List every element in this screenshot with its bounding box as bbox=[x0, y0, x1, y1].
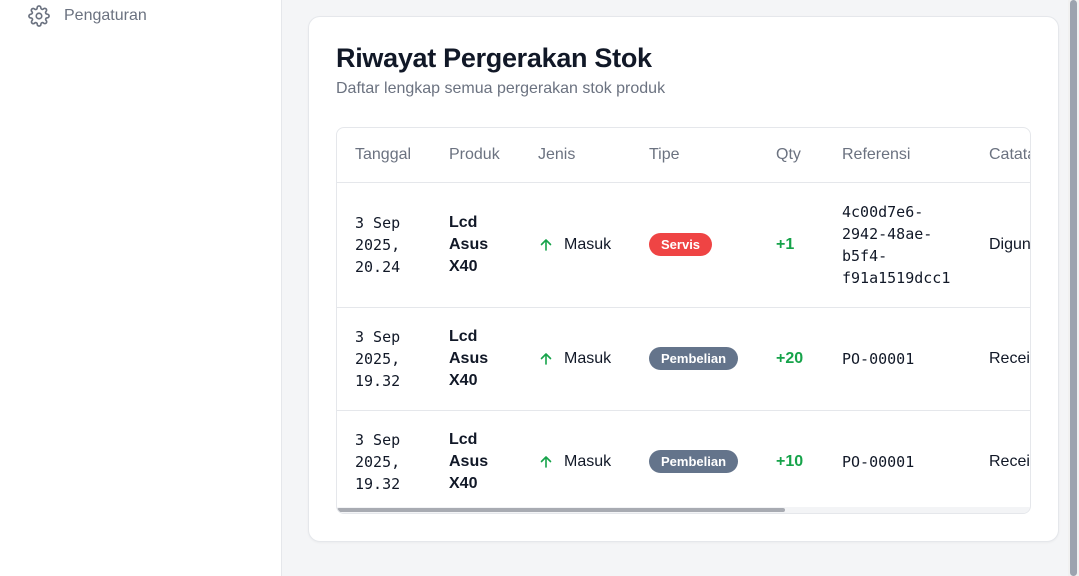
date-line: 2025, bbox=[355, 235, 401, 254]
cell-catatan: Digunakan bbox=[989, 182, 1030, 308]
reference-line: 2942-48ae- bbox=[842, 224, 933, 243]
stock-movement-table-container[interactable]: Tanggal Produk Jenis Tipe Qty Referensi … bbox=[336, 127, 1031, 514]
time-line: 19.32 bbox=[355, 371, 401, 390]
page-subtitle: Daftar lengkap semua pergerakan stok pro… bbox=[336, 80, 666, 97]
product-line: Lcd bbox=[449, 327, 478, 345]
jenis-label: Masuk bbox=[564, 349, 612, 367]
cell-product: Lcd Asus X40 bbox=[449, 307, 538, 411]
date-line: 2025, bbox=[355, 349, 401, 368]
cell-tipe: Servis bbox=[649, 182, 776, 308]
product-line: Asus bbox=[449, 235, 489, 253]
jenis-label: Masuk bbox=[564, 452, 612, 470]
cell-referensi: PO-00001 bbox=[842, 410, 989, 513]
time-line: 20.24 bbox=[355, 257, 401, 276]
cell-qty: +1 bbox=[776, 182, 842, 308]
header-tipe[interactable]: Tipe bbox=[649, 128, 776, 183]
product-line: X40 bbox=[449, 371, 478, 389]
cell-tipe: Pembelian bbox=[649, 307, 776, 411]
cell-jenis: Masuk bbox=[538, 307, 649, 411]
cell-tipe: Pembelian bbox=[649, 410, 776, 513]
page-title: Riwayat Pergerakan Stok bbox=[336, 43, 652, 73]
date-line: 3 Sep bbox=[355, 430, 401, 449]
sidebar-item-label: Pengaturan bbox=[64, 7, 147, 24]
type-badge-pembelian: Pembelian bbox=[649, 347, 739, 370]
cell-date: 3 Sep 2025, 20.24 bbox=[337, 182, 449, 308]
horizontal-scrollbar[interactable] bbox=[337, 507, 1030, 513]
cell-qty: +10 bbox=[776, 452, 804, 470]
product-line: X40 bbox=[449, 257, 478, 275]
table-row[interactable]: 3 Sep 2025, 19.32 Lcd Asus X40 Masuk Pem… bbox=[337, 410, 1030, 513]
header-produk[interactable]: Produk bbox=[449, 128, 538, 183]
stock-movement-card: Riwayat Pergerakan Stok Daftar lengkap s… bbox=[308, 16, 1059, 542]
time-line: 19.32 bbox=[355, 474, 401, 493]
type-badge-pembelian: Pembelian bbox=[649, 450, 739, 474]
date-line: 3 Sep bbox=[355, 213, 401, 232]
reference-line: PO-00001 bbox=[842, 349, 915, 368]
product-line: Asus bbox=[449, 452, 489, 470]
header-referensi[interactable]: Referensi bbox=[842, 128, 989, 183]
header-tanggal[interactable]: Tanggal bbox=[337, 128, 449, 183]
date-line: 3 Sep bbox=[355, 327, 401, 346]
header-catatan[interactable]: Catatan bbox=[989, 128, 1030, 183]
cell-referensi: PO-00001 bbox=[842, 307, 989, 411]
date-line: 2025, bbox=[355, 452, 401, 471]
sidebar: Pengaturan bbox=[0, 0, 282, 576]
vertical-scrollbar[interactable] bbox=[1068, 0, 1079, 576]
cell-catatan: Receive bbox=[989, 452, 1030, 470]
product-line: Lcd bbox=[449, 430, 478, 448]
cell-product: Lcd Asus X40 bbox=[449, 182, 538, 308]
table-header-row: Tanggal Produk Jenis Tipe Qty Referensi … bbox=[337, 128, 1030, 183]
cell-date: 3 Sep 2025, 19.32 bbox=[337, 410, 449, 513]
stock-movement-table: Tanggal Produk Jenis Tipe Qty Referensi … bbox=[337, 128, 1030, 513]
reference-line: f91a1519dcc1 bbox=[842, 268, 951, 287]
cell-jenis: Masuk bbox=[538, 410, 649, 513]
reference-line: PO-00001 bbox=[842, 452, 915, 471]
product-line: Asus bbox=[449, 349, 489, 367]
gear-icon bbox=[28, 5, 50, 27]
cell-jenis: Masuk bbox=[538, 182, 649, 308]
table-row[interactable]: 3 Sep 2025, 20.24 Lcd Asus X40 Masuk Ser… bbox=[337, 182, 1030, 308]
jenis-label: Masuk bbox=[564, 235, 612, 253]
arrow-up-icon bbox=[538, 351, 554, 367]
cell-referensi: 4c00d7e6- 2942-48ae- b5f4- f91a1519dcc1 bbox=[842, 182, 989, 308]
main-content: Riwayat Pergerakan Stok Daftar lengkap s… bbox=[282, 0, 1068, 576]
sidebar-item-pengaturan[interactable]: Pengaturan bbox=[28, 4, 147, 28]
product-line: Lcd bbox=[449, 213, 478, 231]
product-line: X40 bbox=[449, 474, 478, 492]
cell-product: Lcd Asus X40 bbox=[449, 410, 538, 513]
cell-qty: +20 bbox=[776, 307, 842, 411]
cell-date: 3 Sep 2025, 19.32 bbox=[337, 307, 449, 411]
reference-line: b5f4- bbox=[842, 246, 888, 265]
reference-line: 4c00d7e6- bbox=[842, 202, 924, 221]
cell-catatan: Receive bbox=[989, 307, 1030, 411]
vertical-scrollbar-thumb[interactable] bbox=[1070, 0, 1077, 576]
horizontal-scrollbar-thumb[interactable] bbox=[337, 508, 785, 512]
arrow-up-icon bbox=[538, 237, 554, 253]
arrow-up-icon bbox=[538, 454, 554, 470]
header-qty[interactable]: Qty bbox=[776, 128, 842, 183]
type-badge-servis: Servis bbox=[649, 233, 713, 256]
header-jenis[interactable]: Jenis bbox=[538, 128, 649, 183]
table-row[interactable]: 3 Sep 2025, 19.32 Lcd Asus X40 Masuk Pem… bbox=[337, 307, 1030, 411]
